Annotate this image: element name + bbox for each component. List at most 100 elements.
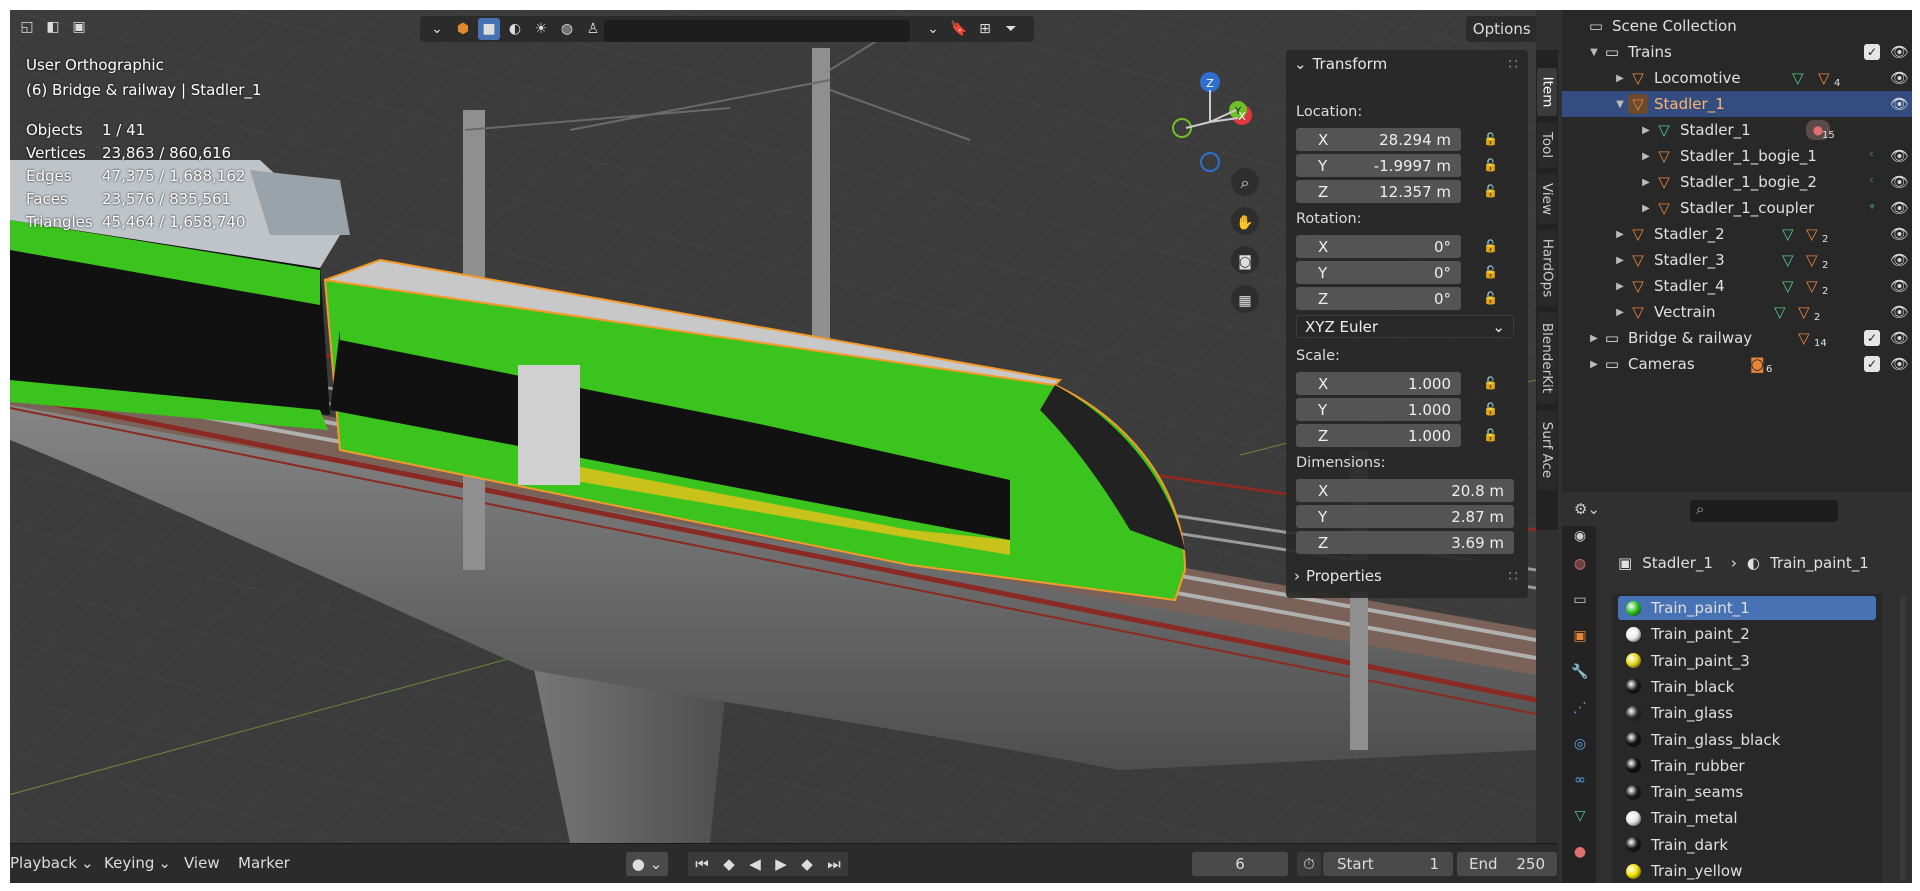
tab-blenderkit[interactable]: BlenderKit <box>1537 312 1557 404</box>
material-slot[interactable]: Train_paint_2 <box>1618 622 1876 646</box>
material-slot[interactable]: Train_glass_black <box>1618 728 1876 752</box>
expand-arrow-icon[interactable]: ▶ <box>1612 229 1628 240</box>
world-icon[interactable]: ◍ <box>556 18 578 40</box>
light-icon[interactable]: ☀ <box>530 18 552 40</box>
material-slot[interactable]: Train_yellow <box>1618 859 1876 883</box>
playback-menu[interactable]: Playback ⌄ <box>10 854 94 872</box>
end-frame-field[interactable]: End 250 <box>1457 852 1557 876</box>
expand-arrow-icon[interactable]: ▶ <box>1638 125 1654 136</box>
transform-header[interactable]: ⌄ Transform ∷ <box>1286 50 1528 78</box>
material-slot[interactable]: Train_rubber <box>1618 754 1876 778</box>
tab-view[interactable]: View <box>1537 174 1557 224</box>
mesh-data-icon[interactable]: ▽ <box>1570 806 1590 826</box>
material-slot[interactable]: Train_glass <box>1618 701 1876 725</box>
tab-tool[interactable]: Tool <box>1537 122 1557 168</box>
tab-surf-ace[interactable]: Surf Ace <box>1537 410 1557 490</box>
jump-start-icon[interactable]: ⏮ <box>695 855 709 873</box>
lock-icon[interactable]: 🔓 <box>1483 184 1499 198</box>
location-x-field[interactable]: X 28.294 m <box>1296 128 1461 151</box>
lock-icon[interactable]: 🔓 <box>1483 376 1499 390</box>
particles-icon[interactable]: ⋰ <box>1570 698 1590 718</box>
expand-arrow-icon[interactable]: ▶ <box>1586 333 1602 344</box>
dimensions-z-field[interactable]: Z 3.69 m <box>1296 531 1514 554</box>
options-dropdown[interactable]: Options⌄ <box>1466 16 1536 42</box>
properties-search-input[interactable]: ⌕ <box>1690 500 1838 522</box>
camera-icon[interactable]: ◙ <box>1231 246 1259 274</box>
material-slot[interactable]: Train_dark <box>1618 833 1876 857</box>
prev-keyframe-icon[interactable]: ◆ <box>723 855 735 873</box>
eye-icon[interactable]: 👁 <box>1890 251 1909 269</box>
location-z-field[interactable]: Z 12.357 m <box>1296 180 1461 203</box>
collection-checkbox[interactable]: ✓ <box>1864 356 1880 372</box>
expand-arrow-icon[interactable]: ▶ <box>1586 359 1602 370</box>
lock-icon[interactable]: 🔓 <box>1483 158 1499 172</box>
lock-icon[interactable]: 🔓 <box>1483 428 1499 442</box>
expand-arrow-icon[interactable]: ▶ <box>1612 307 1628 318</box>
sphere-shading-icon[interactable]: ◐ <box>504 18 526 40</box>
eye-icon[interactable]: 👁 <box>1890 173 1909 191</box>
tab-hardops[interactable]: HardOps <box>1537 230 1557 306</box>
collection-checkbox[interactable]: ✓ <box>1864 330 1880 346</box>
material-slot[interactable]: Train_metal <box>1618 806 1876 830</box>
select-extend-icon[interactable]: ◧ <box>42 16 64 38</box>
rotation-z-field[interactable]: Z 0° <box>1296 287 1461 310</box>
wrench-icon[interactable]: 🔧 <box>1570 662 1590 682</box>
lock-icon[interactable]: 🔓 <box>1483 132 1499 146</box>
filter-color-icon[interactable]: ⬢ <box>452 18 474 40</box>
keying-menu[interactable]: Keying ⌄ <box>104 854 171 872</box>
material-icon[interactable]: ● <box>1570 842 1590 862</box>
dimensions-y-field[interactable]: Y 2.87 m <box>1296 505 1514 528</box>
user-icon[interactable]: ♙ <box>582 18 604 40</box>
outliner-cameras-collection[interactable]: ▶ ▭ Cameras ◙ 6 ✓ 👁 <box>1562 351 1912 377</box>
expand-arrow-icon[interactable]: ▶ <box>1612 73 1628 84</box>
eye-icon[interactable]: 👁 <box>1890 147 1909 165</box>
select-subtract-icon[interactable]: ▣ <box>68 16 90 38</box>
collection-icon[interactable]: ▭ <box>1570 590 1590 610</box>
play-icon[interactable]: ▶ <box>775 855 787 873</box>
view-menu[interactable]: View <box>184 854 220 872</box>
start-frame-field[interactable]: Start 1 <box>1323 852 1453 876</box>
object-icon[interactable]: ▣ <box>1570 626 1590 646</box>
eye-icon[interactable]: 👁 <box>1890 277 1909 295</box>
expand-arrow-icon[interactable]: ▶ <box>1638 151 1654 162</box>
expand-arrow-icon[interactable]: ▶ <box>1638 177 1654 188</box>
record-button[interactable]: ● ⌄ <box>626 852 668 876</box>
outliner-trains-collection[interactable]: ▼ ▭ Trains ✓ 👁 <box>1562 39 1912 65</box>
marker-menu[interactable]: Marker <box>238 854 290 872</box>
zoom-icon[interactable]: ⌕ <box>1231 168 1259 196</box>
outliner-item-vectrain[interactable]: ▶ ▽ Vectrain ▽ ▽ 2 👁 <box>1562 299 1912 325</box>
select-box-icon[interactable]: ◱ <box>16 16 38 38</box>
rotation-y-field[interactable]: Y 0° <box>1296 261 1461 284</box>
viewport-search-input[interactable] <box>604 20 910 42</box>
render-icon[interactable]: ◉ <box>1570 526 1590 546</box>
current-frame-field[interactable]: 6 <box>1192 852 1288 876</box>
lock-icon[interactable]: 🔓 <box>1483 291 1499 305</box>
expand-arrow-icon[interactable]: ▼ <box>1586 47 1602 58</box>
location-y-field[interactable]: Y -1.9997 m <box>1296 154 1461 177</box>
physics-icon[interactable]: ◎ <box>1570 734 1590 754</box>
tab-item[interactable]: Item <box>1537 68 1557 116</box>
constraints-icon[interactable]: ∞ <box>1570 770 1590 790</box>
outliner-item-locomotive[interactable]: ▶ ▽ Locomotive ▽ ▽ 4 👁 <box>1562 65 1912 91</box>
material-slot[interactable]: Train_black <box>1618 675 1876 699</box>
outliner-item-coupler[interactable]: ▶ ▽ Stadler_1_coupler ᵠ 👁 <box>1562 195 1912 221</box>
eye-icon[interactable]: 👁 <box>1890 355 1909 373</box>
rotation-x-field[interactable]: X 0° <box>1296 235 1461 258</box>
eye-icon[interactable]: 👁 <box>1890 329 1909 347</box>
stopwatch-icon[interactable]: ⏱ <box>1297 852 1321 876</box>
3d-viewport[interactable]: Z X Y ⌕ ✋ ◙ ▦ User Orthographic (6) Brid… <box>10 10 1536 843</box>
outliner-scene-collection[interactable]: ▭ Scene Collection <box>1562 13 1912 39</box>
dropdown-icon[interactable]: ⌄ <box>922 18 944 40</box>
scale-x-field[interactable]: X 1.000 <box>1296 372 1461 395</box>
scale-z-field[interactable]: Z 1.000 <box>1296 424 1461 447</box>
eye-icon[interactable]: 👁 <box>1890 225 1909 243</box>
lock-icon[interactable]: 🔓 <box>1483 402 1499 416</box>
play-reverse-icon[interactable]: ◀ <box>749 855 761 873</box>
eye-icon[interactable]: 👁 <box>1890 199 1909 217</box>
object-mode-icon[interactable]: ■ <box>478 18 500 40</box>
world-icon[interactable]: ◍ <box>1570 554 1590 574</box>
expand-arrow-icon[interactable]: ▶ <box>1612 255 1628 266</box>
lock-icon[interactable]: 🔓 <box>1483 265 1499 279</box>
outliner-item-stadler-4[interactable]: ▶ ▽ Stadler_4 ▽ ▽ 2 👁 <box>1562 273 1912 299</box>
drag-handle-icon[interactable]: ∷ <box>1508 567 1518 585</box>
